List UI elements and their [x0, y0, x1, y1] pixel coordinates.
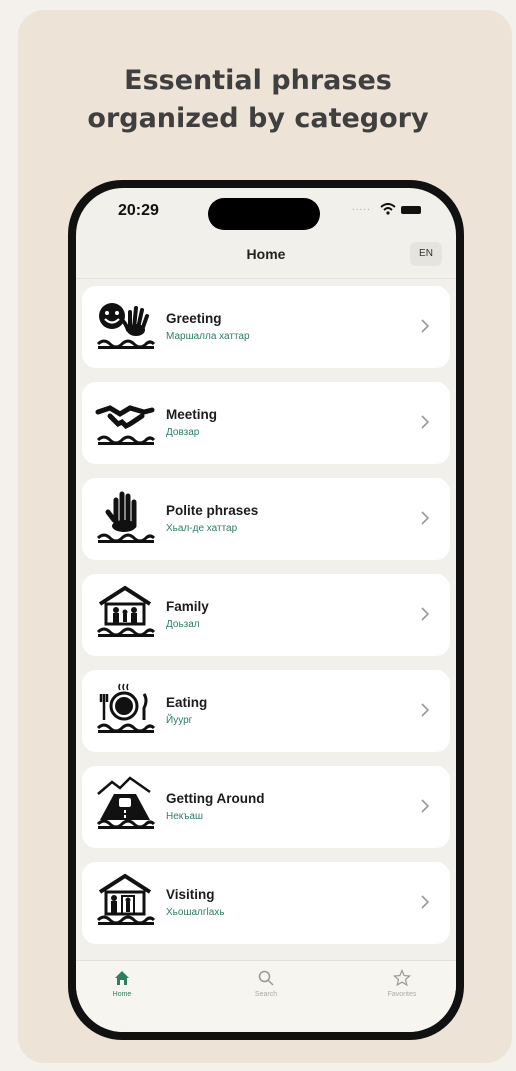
tab-home[interactable]: Home: [82, 969, 162, 998]
page-title: Home: [246, 246, 286, 262]
headline: Essential phrases organized by category: [0, 62, 516, 138]
signal-icon: .....: [352, 202, 371, 213]
category-subtitle: Хьошалгlахь: [166, 907, 225, 918]
battery-icon: [401, 206, 421, 214]
language-button[interactable]: EN: [410, 242, 442, 266]
handshake-icon: [95, 405, 156, 445]
search-icon: [258, 970, 274, 986]
category-title: Greeting: [166, 311, 222, 326]
category-subtitle: Довзар: [166, 427, 200, 438]
tab-favorites[interactable]: Favorites: [362, 969, 442, 998]
headline-line-2: organized by category: [87, 103, 429, 134]
tab-bar: Home Search Favorites: [76, 960, 456, 1032]
category-family[interactable]: Family Доьзал: [82, 574, 450, 656]
category-subtitle: Доьзал: [166, 619, 200, 630]
category-getting-around[interactable]: Getting Around Некъаш: [82, 766, 450, 848]
category-title: Getting Around: [166, 791, 265, 806]
phone-screen: 20:29 ..... Home EN Greeting Маршалла ха…: [76, 188, 456, 1032]
category-meeting[interactable]: Meeting Довзар: [82, 382, 450, 464]
tab-label: Favorites: [387, 991, 417, 998]
chevron-right-icon: [421, 703, 430, 717]
phone-frame: 20:29 ..... Home EN Greeting Маршалла ха…: [68, 180, 464, 1040]
chevron-right-icon: [421, 895, 430, 909]
category-subtitle: Некъаш: [166, 811, 203, 822]
tab-label: Home: [112, 991, 132, 998]
chevron-right-icon: [421, 415, 430, 429]
hand-icon: [96, 491, 156, 543]
category-visiting[interactable]: Visiting Хьошалгlахь: [82, 862, 450, 944]
plate-icon: [96, 683, 156, 733]
category-subtitle: Маршалла хаттар: [166, 331, 250, 342]
wifi-icon: [380, 203, 396, 215]
chevron-right-icon: [421, 511, 430, 525]
visit-house-icon: [96, 873, 156, 925]
category-title: Visiting: [166, 887, 215, 902]
status-bar: 20:29 .....: [76, 188, 456, 238]
category-title: Family: [166, 599, 209, 614]
chevron-right-icon: [421, 799, 430, 813]
category-subtitle: Хьал-де хаттар: [166, 523, 238, 534]
category-greeting[interactable]: Greeting Маршалла хаттар: [82, 286, 450, 368]
home-icon: [115, 971, 129, 985]
category-title: Meeting: [166, 407, 218, 422]
family-house-icon: [96, 585, 156, 637]
dynamic-island: [208, 198, 320, 230]
category-title: Polite phrases: [166, 503, 259, 518]
category-subtitle: Йуург: [166, 715, 193, 726]
category-title: Eating: [166, 695, 208, 710]
category-polite-phrases[interactable]: Polite phrases Хьал-де хаттар: [82, 478, 450, 560]
star-icon: [393, 969, 411, 987]
tab-label: Search: [254, 991, 278, 998]
nav-divider: [76, 278, 456, 279]
road-car-icon: [96, 776, 156, 829]
headline-line-1: Essential phrases: [124, 65, 392, 96]
tab-search[interactable]: Search: [226, 969, 306, 998]
chevron-right-icon: [421, 319, 430, 333]
status-time: 20:29: [118, 202, 159, 219]
chevron-right-icon: [421, 607, 430, 621]
category-eating[interactable]: Eating Йуург: [82, 670, 450, 752]
greeting-icon: [96, 303, 156, 349]
